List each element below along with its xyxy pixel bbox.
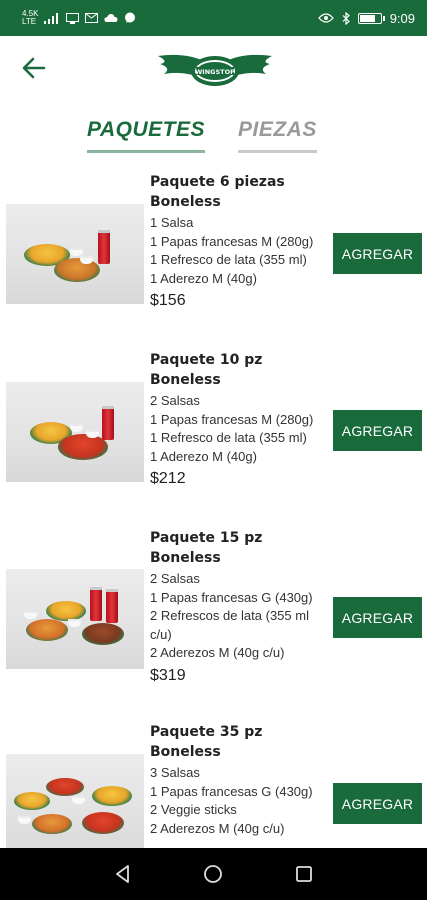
app-header: WINGSTOP xyxy=(0,36,427,108)
product-line: 2 Aderezos M (40g c/u) xyxy=(150,645,285,660)
cloud-icon xyxy=(104,14,118,22)
bluetooth-icon xyxy=(342,11,350,25)
product-price: $319 xyxy=(150,666,186,684)
nav-recents-icon[interactable] xyxy=(292,862,316,886)
product-image xyxy=(6,569,144,669)
screen-icon xyxy=(66,12,80,24)
nav-back-icon[interactable] xyxy=(111,862,135,886)
add-button[interactable]: AGREGAR xyxy=(333,410,422,451)
product-title: Paquete 35 pz Boneless xyxy=(150,724,263,760)
product-line: 1 Salsa xyxy=(150,215,194,230)
add-button[interactable]: AGREGAR xyxy=(333,783,422,824)
product-line: 2 Aderezos M (40g c/u) xyxy=(150,820,285,836)
product-price: $156 xyxy=(150,292,186,309)
product-line: 1 Aderezo M (40g) xyxy=(150,270,257,286)
product-item: Paquete 35 pz Boneless 3 Salsas 1 Papas … xyxy=(0,722,427,848)
product-line: 1 Papas francesas M (280g) xyxy=(150,411,314,427)
product-image xyxy=(6,204,144,304)
product-description: 1 Salsa 1 Papas francesas M (280g) 1 Ref… xyxy=(150,214,328,288)
product-description: 2 Salsas 1 Papas francesas M (280g) 1 Re… xyxy=(150,392,328,466)
mail-icon xyxy=(85,13,99,23)
logo-text: WINGSTOP xyxy=(195,68,235,76)
product-info: Paquete 6 piezas Boneless 1 Salsa 1 Papa… xyxy=(150,172,328,313)
product-line: 1 Papas francesas G (430g) xyxy=(150,783,313,799)
product-title: Paquete 15 pz Boneless xyxy=(150,530,263,566)
product-title: Paquete 10 pz Boneless xyxy=(150,352,263,388)
product-description: 2 Salsas 1 Papas francesas G (430g) 2 Re… xyxy=(150,570,328,663)
tab-piezas-underline xyxy=(238,150,317,153)
product-item: Paquete 15 pz Boneless 2 Salsas 1 Papas … xyxy=(0,526,427,706)
tab-piezas-label: PIEZAS xyxy=(238,118,317,141)
product-line: 1 Aderezo M (40g) xyxy=(150,448,257,464)
product-image xyxy=(6,754,144,848)
nav-home-icon[interactable] xyxy=(201,862,225,886)
product-line: 2 Salsas xyxy=(150,393,200,408)
product-description: 3 Salsas 1 Papas francesas G (430g) 2 Ve… xyxy=(150,764,328,838)
battery-icon xyxy=(357,12,385,24)
signal-icon xyxy=(44,12,59,24)
tab-paquetes[interactable]: PAQUETES xyxy=(87,118,205,153)
network-label: 4.5K LTE xyxy=(22,10,38,26)
product-line: 2 Refrescos de lata (355 ml c/u) xyxy=(150,608,309,642)
product-line: 1 Papas francesas M (280g) xyxy=(150,233,314,249)
tab-piezas[interactable]: PIEZAS xyxy=(238,118,317,153)
product-item: Paquete 6 piezas Boneless 1 Salsa 1 Papa… xyxy=(0,170,427,336)
product-line: 1 Refresco de lata (355 ml) xyxy=(150,430,307,445)
add-button[interactable]: AGREGAR xyxy=(333,233,422,274)
product-line: 1 Papas francesas G (430g) xyxy=(150,589,313,605)
product-title: Paquete 6 piezas Boneless xyxy=(150,174,285,210)
product-line: 3 Salsas xyxy=(150,765,200,780)
status-left-icons: 4.5K LTE xyxy=(22,10,136,26)
product-price: $212 xyxy=(150,470,186,487)
status-bar: 4.5K LTE 9:09 xyxy=(0,0,427,36)
chat-icon xyxy=(125,12,136,23)
system-nav-bar xyxy=(0,848,427,900)
product-image xyxy=(6,382,144,482)
product-info: Paquete 15 pz Boneless 2 Salsas 1 Papas … xyxy=(150,528,328,688)
wingstop-logo: WINGSTOP xyxy=(158,54,272,86)
back-arrow-icon[interactable] xyxy=(20,54,48,82)
status-right-icons: 9:09 xyxy=(317,10,415,26)
eye-icon xyxy=(317,13,334,23)
product-item: Paquete 10 pz Boneless 2 Salsas 1 Papas … xyxy=(0,348,427,514)
product-info: Paquete 10 pz Boneless 2 Salsas 1 Papas … xyxy=(150,350,328,491)
tab-paquetes-label: PAQUETES xyxy=(87,118,205,141)
category-tabs: PAQUETES PIEZAS xyxy=(0,112,427,158)
product-line: 2 Salsas xyxy=(150,571,200,586)
tab-paquetes-underline xyxy=(87,150,205,153)
product-info: Paquete 35 pz Boneless 3 Salsas 1 Papas … xyxy=(150,722,328,838)
product-line: 2 Veggie sticks xyxy=(150,802,237,817)
carrier-label: LTE xyxy=(22,17,37,26)
clock: 9:09 xyxy=(389,10,415,26)
add-button[interactable]: AGREGAR xyxy=(333,597,422,638)
product-line: 1 Refresco de lata (355 ml) xyxy=(150,252,307,267)
